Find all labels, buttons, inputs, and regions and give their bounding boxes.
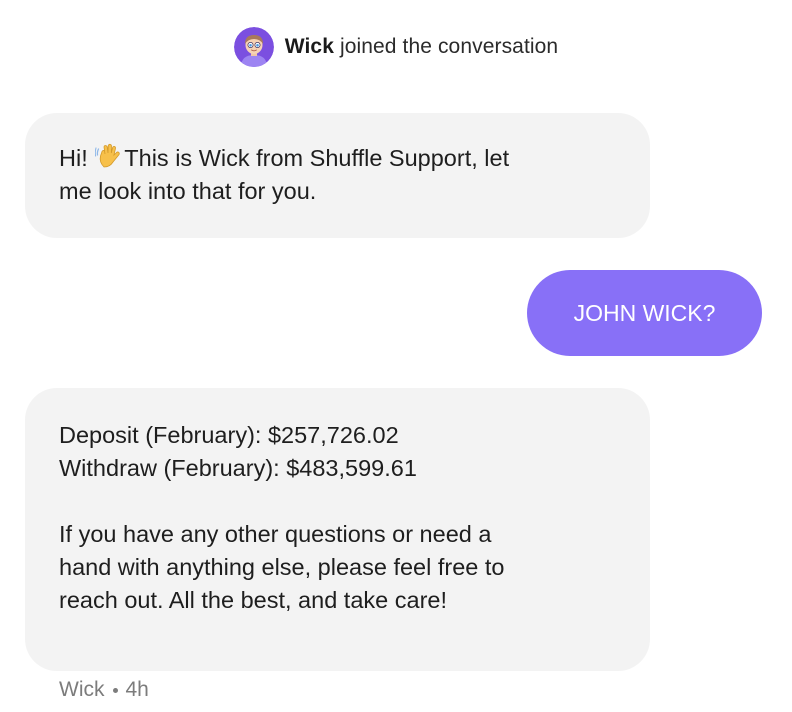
message-line: me look into that for you. — [59, 178, 317, 204]
user-message-text: JOHN WICK? — [573, 299, 716, 326]
message-line: Hi! This is Wick from Shuffle Support, l… — [59, 142, 616, 175]
message-author: Wick — [59, 678, 105, 701]
waving-hand-icon — [95, 143, 120, 168]
withdraw-line: Withdraw (February): $483,599.61 — [59, 455, 417, 481]
separator-dot-icon — [112, 687, 118, 693]
join-notice: Wick joined the conversation — [0, 27, 792, 67]
message-time: 4h — [125, 678, 149, 701]
message-line: reach out. All the best, and take care! — [59, 587, 447, 613]
message-text: This is Wick from Shuffle Support, let — [124, 145, 510, 171]
agent-avatar[interactable] — [233, 27, 274, 67]
agent-message-bubble: Deposit (February): $257,726.02 Withdraw… — [25, 388, 650, 671]
agent-name: Wick — [284, 35, 334, 58]
join-notice-text: joined the conversation — [339, 35, 559, 58]
deposit-line: Deposit (February): $257,726.02 — [59, 422, 399, 448]
user-message-bubble: JOHN WICK? — [527, 270, 762, 356]
message-line: If you have any other questions or need … — [59, 521, 492, 547]
message-meta: Wick 4h — [59, 678, 149, 702]
agent-message-bubble: Hi! This is Wick from Shuffle Support, l… — [25, 113, 650, 238]
message-text: Hi! — [59, 145, 88, 171]
message-line: hand with anything else, please feel fre… — [59, 554, 505, 580]
